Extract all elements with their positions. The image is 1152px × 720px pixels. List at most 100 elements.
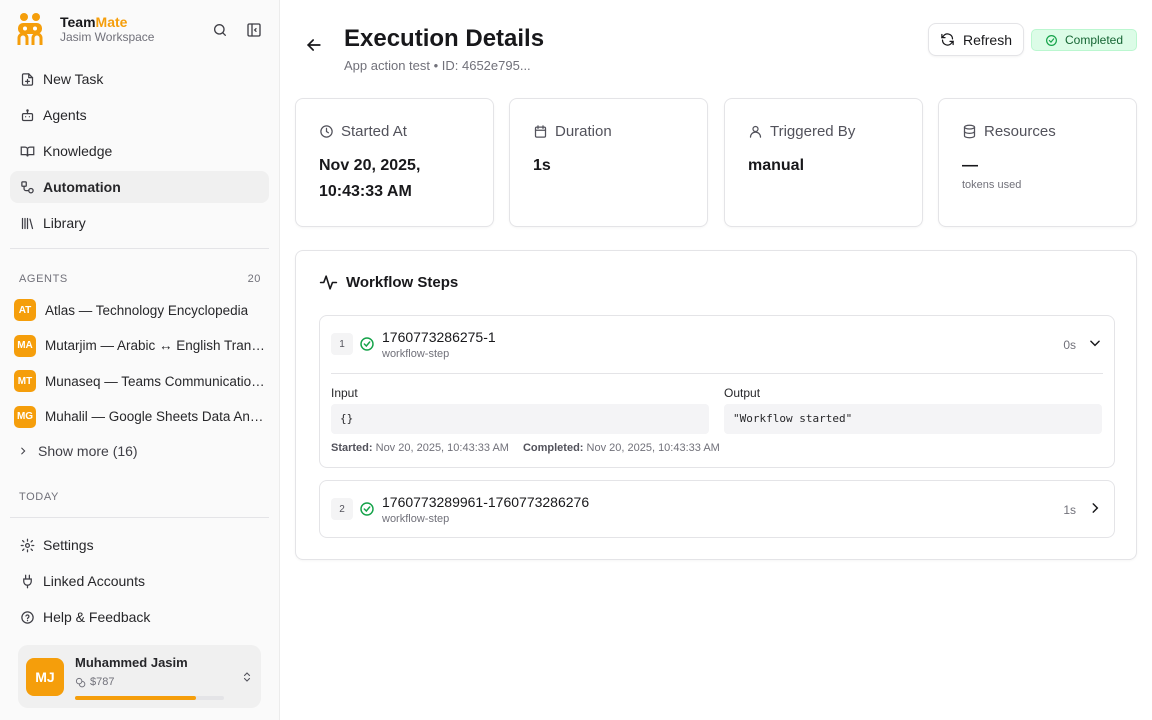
book-icon [20,146,35,157]
help-icon [21,610,34,624]
refresh-icon [941,33,954,46]
chevron-down-icon [1090,340,1100,347]
step-header-toggle[interactable]: 1 1760773286275-1 workflow-step 0s [320,316,1114,373]
agent-name: Muhalil — Google Sheets Data Analyst [45,409,266,424]
brand[interactable]: TeamMate Jasim Workspace [16,12,154,46]
nav-item-agents[interactable]: Agents [10,99,269,131]
step-duration: 0s [1063,338,1076,352]
user-name: Muhammed Jasim [75,655,188,670]
refresh-label: Refresh [962,31,1013,48]
page-title: Execution Details [344,25,545,52]
check-circle-icon [360,337,374,351]
show-more-agents-button[interactable]: Show more (16) [18,443,138,459]
nav-item-linked-accounts[interactable]: Linked Accounts [10,565,269,597]
library-icon [21,217,34,229]
stat-label: Duration [533,123,612,140]
started-value: Nov 20, 2025, 10:43:33 AM [375,442,509,454]
nav-item-knowledge[interactable]: Knowledge [10,135,269,167]
agent-item[interactable]: AT Atlas — Technology Encyclopedia [14,296,266,324]
step-duration: 1s [1063,503,1076,517]
search-button[interactable] [210,20,230,40]
agent-item[interactable]: MT Munaseq — Teams Communication Assista… [14,367,266,395]
completed-value: Nov 20, 2025, 10:43:33 AM [586,442,720,454]
main-nav: New Task Agents Knowledge Automation Lib… [10,63,269,243]
stat-label-text: Started At [341,123,407,140]
nav-item-label: Help & Feedback [43,609,151,625]
stat-label: Triggered By [748,123,855,140]
user-menu[interactable]: MJ Muhammed Jasim $787 [18,645,261,708]
agent-item[interactable]: MG Muhalil — Google Sheets Data Analyst [14,403,266,431]
stat-card-triggered-by: Triggered By manual [724,98,923,227]
chevron-right-icon [21,447,26,455]
nav-item-settings[interactable]: Settings [10,529,269,561]
agent-avatar: AT [14,299,36,321]
chevrons-up-down-icon [243,672,251,682]
sidebar-divider [10,248,269,249]
bottom-nav: Settings Linked Accounts Help & Feedback [10,529,269,637]
usage-bar [75,696,224,700]
agents-section-header: AGENTS 20 [19,273,261,285]
step-timestamps: Started: Nov 20, 2025, 10:43:33 AM Compl… [331,442,720,454]
workflow-steps-card: Workflow Steps 1 1760773286275-1 workflo… [295,250,1137,560]
user-balance: $787 [75,676,114,688]
back-arrow-icon[interactable] [304,35,324,55]
today-section-header: TODAY [19,491,261,503]
stat-value: manual [748,157,805,174]
workflow-step: 2 1760773289961-1760773286276 workflow-s… [319,480,1115,538]
step-completed: Completed: Nov 20, 2025, 10:43:33 AM [523,442,720,454]
nav-item-label: Linked Accounts [43,573,145,589]
activity-icon [319,275,338,290]
stat-card-duration: Duration 1s [509,98,708,227]
agent-name: Mutarjim — Arabic ↔ English Translator [45,338,266,353]
workflow-steps-title: Workflow Steps [319,273,458,292]
nav-item-automation[interactable]: Automation [10,171,269,203]
stat-card-resources: Resources — tokens used [938,98,1137,227]
brand-name: TeamMate [60,14,128,30]
step-name: 1760773289961-1760773286276 [382,494,590,510]
step-divider [331,373,1103,374]
nav-item-label: Settings [43,537,94,553]
agent-item[interactable]: MA Mutarjim — Arabic ↔ English Translato… [14,332,266,360]
page-subtitle: App action test • ID: 4652e795... [344,58,531,73]
stat-label-text: Duration [555,123,612,140]
agent-name: Atlas — Technology Encyclopedia [45,302,249,318]
bot-icon [21,108,34,121]
stat-label-text: Resources [984,123,1056,140]
step-name: 1760773286275-1 [382,329,496,345]
nav-item-new-task[interactable]: New Task [10,63,269,95]
started-label: Started: [331,442,373,454]
main-content: Execution Details App action test • ID: … [280,0,1152,720]
status-badge: Completed [1031,29,1137,51]
step-header-toggle[interactable]: 2 1760773289961-1760773286276 workflow-s… [320,481,1114,538]
refresh-button[interactable]: Refresh [928,23,1024,56]
stat-label-text: Triggered By [770,123,856,140]
step-number: 1 [331,333,353,355]
input-label: Input [331,386,358,400]
agent-avatar: MG [14,405,36,428]
nav-item-help[interactable]: Help & Feedback [10,601,269,633]
nav-item-library[interactable]: Library [10,207,269,239]
clock-icon [320,125,333,138]
today-heading: TODAY [19,491,59,503]
stat-card-started-at: Started At Nov 20, 2025, 10:43:33 AM [295,98,494,227]
nav-item-label: Automation [43,179,121,195]
coins-icon [75,677,86,687]
output-value: "Workflow started" [724,404,1102,434]
workflow-title-text: Workflow Steps [346,274,459,291]
toggle-sidebar-button[interactable] [244,20,264,40]
agents-count: 20 [247,273,261,285]
teammate-logo-icon [17,13,43,45]
workflow-icon [21,180,34,193]
step-number: 2 [331,498,353,520]
calendar-icon [534,125,547,138]
stat-value: 1s [533,157,551,174]
stat-value: Nov 20, 2025, 10:43:33 AM [319,157,421,200]
check-circle-icon [360,502,374,516]
sidebar-divider [10,517,269,518]
step-started: Started: Nov 20, 2025, 10:43:33 AM [331,442,509,454]
completed-label: Completed: [522,442,584,454]
nav-item-label: New Task [43,71,104,87]
stat-sub-label: tokens used [962,179,1022,191]
agent-name: Munaseq — Teams Communication Assistant [45,373,266,389]
agent-avatar: MA [14,334,36,357]
